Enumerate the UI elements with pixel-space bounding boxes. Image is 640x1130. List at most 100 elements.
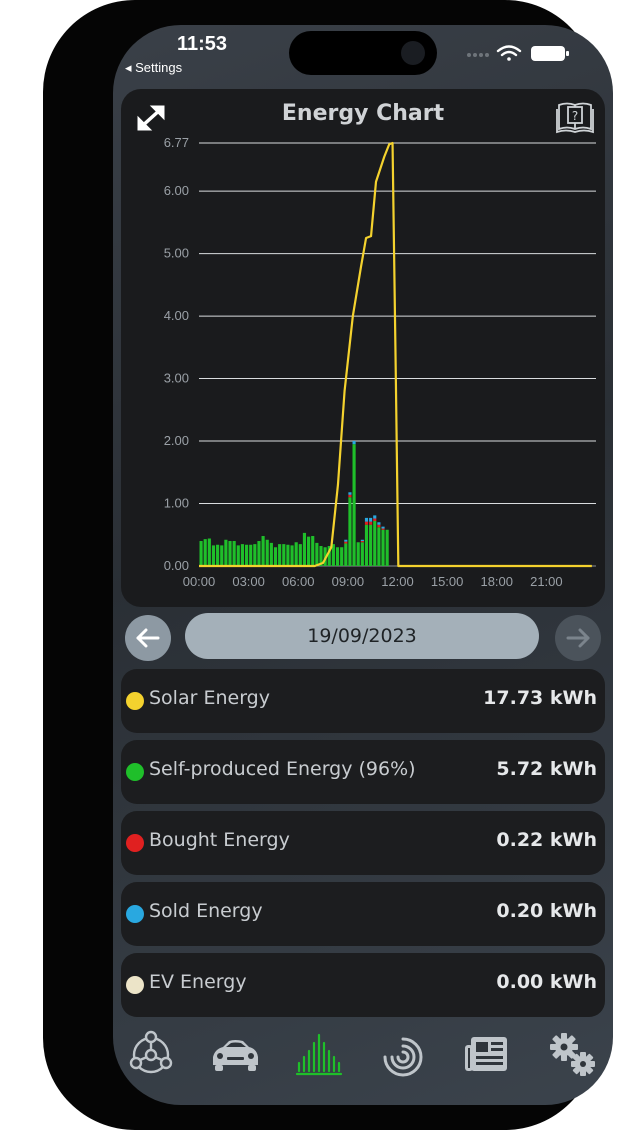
wifi-icon [496, 45, 522, 61]
bar-bought-energy [360, 541, 364, 543]
bar-self-produced-energy [278, 544, 282, 566]
summary-row-bought[interactable]: Bought Energy 0.22 kWh [121, 811, 605, 875]
news-icon [465, 1037, 507, 1071]
date-selector[interactable]: 19/09/2023 [185, 613, 539, 659]
bar-self-produced-energy [203, 539, 207, 566]
bar-self-produced-energy [273, 547, 278, 566]
tab-network[interactable] [121, 1027, 181, 1083]
summary-value: 17.73 kWh [483, 687, 597, 709]
bar-self-produced-energy [356, 542, 360, 566]
x-tick-label: 03:00 [232, 574, 265, 589]
bar-bought-energy [377, 524, 381, 528]
y-tick-label: 0.00 [164, 558, 189, 573]
y-tick-label: 3.00 [164, 371, 189, 386]
gears-icon [550, 1033, 595, 1076]
bar-self-produced-energy [253, 544, 257, 566]
dynamic-island [289, 31, 437, 75]
bar-self-produced-energy [360, 542, 364, 566]
bar-self-produced-energy [286, 544, 290, 566]
bar-bought-energy [344, 541, 348, 544]
legend-dot-bought [126, 834, 144, 852]
tab-gauge[interactable] [373, 1027, 433, 1083]
next-day-button[interactable] [555, 615, 601, 661]
bar-self-produced-energy [381, 529, 385, 566]
bar-self-produced-energy [377, 527, 381, 566]
previous-day-button[interactable] [125, 615, 171, 661]
x-tick-label: 15:00 [431, 574, 464, 589]
y-tick-label: 5.00 [164, 246, 189, 261]
bar-bought-energy [348, 494, 352, 498]
bar-sold-energy [377, 522, 381, 525]
x-tick-label: 18:00 [480, 574, 513, 589]
bar-bought-energy [381, 528, 385, 530]
summary-row-self-produced[interactable]: Self-produced Energy (96%) 5.72 kWh [121, 740, 605, 804]
summary-label: EV Energy [149, 971, 247, 993]
bar-self-produced-energy [232, 541, 236, 566]
tab-car[interactable] [205, 1027, 265, 1083]
tab-news[interactable] [457, 1027, 517, 1083]
x-tick-label: 09:00 [332, 574, 365, 589]
bar-self-produced-energy [257, 541, 261, 566]
back-to-settings-link[interactable]: ◂ Settings [125, 60, 182, 76]
summary-label: Self-produced Energy (96%) [149, 758, 416, 780]
bar-sold-energy [373, 515, 377, 519]
battery-icon [531, 46, 569, 61]
bar-sold-energy [344, 539, 348, 542]
legend-dot-sold [126, 905, 144, 923]
energy-chart-card: Energy Chart ? 0.00 1.00 2.00 3.00 4.00 5.00 6… [121, 89, 605, 607]
car-icon [213, 1040, 258, 1071]
summary-row-ev[interactable]: EV Energy 0.00 kWh [121, 953, 605, 1017]
bar-self-produced-energy [216, 544, 220, 566]
summary-label: Bought Energy [149, 829, 290, 851]
bar-sold-energy [369, 517, 373, 522]
summary-value: 0.20 kWh [496, 900, 597, 922]
bar-self-produced-energy [207, 538, 211, 566]
bar-self-produced-energy [244, 544, 249, 566]
summary-value: 0.00 kWh [496, 971, 597, 993]
y-tick-label: 2.00 [164, 433, 189, 448]
summary-value: 5.72 kWh [496, 758, 597, 780]
x-tick-label: 00:00 [183, 574, 216, 589]
bar-sold-energy [352, 441, 356, 445]
bar-self-produced-energy [199, 541, 203, 566]
bar-self-produced-energy [344, 543, 348, 566]
bar-bought-energy [373, 518, 377, 522]
bar-bought-energy [369, 521, 373, 525]
bar-self-produced-energy [261, 536, 265, 566]
bar-sold-energy [364, 517, 369, 522]
bar-self-produced-energy [335, 547, 340, 566]
bar-self-produced-energy [249, 544, 253, 566]
bar-self-produced-energy [236, 545, 240, 566]
svg-text:?: ? [572, 109, 578, 123]
legend-dot-self-produced [126, 763, 144, 781]
bar-self-produced-energy [220, 545, 224, 566]
solar-energy-line [199, 141, 592, 568]
network-hub-icon [129, 1030, 173, 1074]
bar-self-produced-energy [315, 542, 319, 566]
y-tick-label: 1.00 [164, 496, 189, 511]
legend-dot-ev [126, 976, 144, 994]
cellular-signal-icon [467, 53, 489, 57]
status-icons [467, 45, 569, 61]
tab-energy-chart[interactable] [289, 1027, 349, 1083]
bar-self-produced-energy [211, 545, 216, 566]
bar-self-produced-energy [302, 532, 307, 566]
tab-settings[interactable] [543, 1027, 603, 1083]
summary-label: Sold Energy [149, 900, 263, 922]
summary-row-sold[interactable]: Sold Energy 0.20 kWh [121, 882, 605, 946]
phone-frame: 11:53 ◂ Settings Energy Chart ? 0.00 1.0… [43, 0, 613, 1130]
bar-self-produced-energy [298, 544, 302, 566]
bar-self-produced-energy [294, 542, 298, 566]
bar-self-produced-energy [348, 497, 352, 566]
bar-self-produced-energy [265, 539, 269, 566]
bar-self-produced-energy [240, 544, 244, 566]
bar-self-produced-energy [352, 444, 356, 566]
summary-row-solar[interactable]: Solar Energy 17.73 kWh [121, 669, 605, 733]
energy-chart: 0.00 1.00 2.00 3.00 4.00 5.00 6.00 6.77 00:00 03:… [164, 135, 596, 589]
bar-self-produced-energy [290, 545, 294, 566]
bar-self-produced-energy [373, 521, 377, 566]
bar-sold-energy [381, 526, 385, 529]
bar-self-produced-energy [364, 524, 369, 566]
summary-label: Solar Energy [149, 687, 270, 709]
tab-bar [113, 1027, 613, 1087]
